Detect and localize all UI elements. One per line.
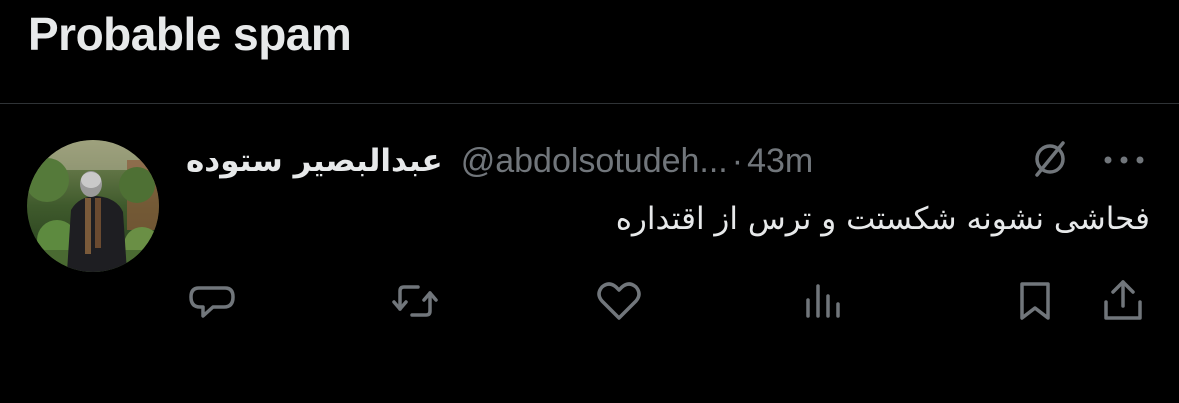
share-icon[interactable] (1098, 276, 1148, 326)
more-icon[interactable] (1100, 150, 1148, 170)
analytics-icon[interactable] (798, 276, 848, 326)
separator: · (731, 141, 744, 180)
heart-icon[interactable] (594, 276, 644, 326)
tweet-header: عبدالبصیر ستوده @abdolsotudeh... · 43m (186, 136, 813, 186)
tweet-text: فحاشی نشونه شکستت و ترس از اقتداره (615, 201, 1150, 237)
grok-icon[interactable] (1030, 139, 1070, 179)
reply-icon[interactable] (187, 276, 237, 326)
bookmark-icon[interactable] (1010, 276, 1060, 326)
divider (0, 103, 1179, 104)
avatar[interactable] (27, 140, 159, 272)
section-title: Probable spam (28, 8, 352, 60)
author-name[interactable]: عبدالبصیر ستوده (186, 143, 443, 179)
author-handle[interactable]: @abdolsotudeh... (461, 142, 728, 181)
timestamp[interactable]: 43m (747, 142, 813, 181)
timeline: Probable spam عبدالبصیر ستوده @abdolsotu… (0, 0, 1179, 403)
repost-icon[interactable] (390, 276, 440, 326)
avatar-photo-icon (27, 140, 159, 272)
